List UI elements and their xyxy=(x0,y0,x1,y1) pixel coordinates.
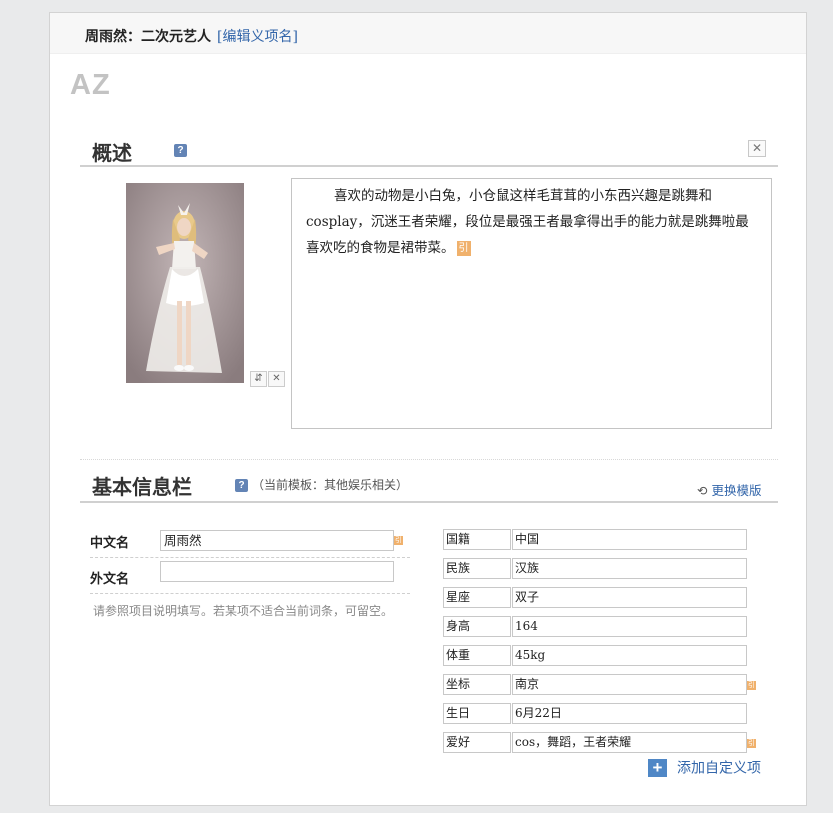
add-custom-item-label: 添加自定义项 xyxy=(677,760,761,777)
attr-label[interactable]: 星座 xyxy=(443,587,511,608)
section-divider xyxy=(80,459,778,460)
attr-value[interactable]: 中国 xyxy=(512,529,747,550)
summary-close-icon[interactable]: ✕ xyxy=(748,140,766,157)
summary-section-header: 概述 ? ✕ xyxy=(80,133,778,167)
az-logo: AZ xyxy=(70,69,111,101)
attr-label[interactable]: 生日 xyxy=(443,703,511,724)
entry-title-bar: 周雨然：二次元艺人 [编辑义项名] xyxy=(50,13,806,54)
attr-row-hobby: 爱好 cos，舞蹈，王者荣耀 xyxy=(443,732,747,753)
chinese-name-input[interactable]: 周雨然 xyxy=(160,530,394,551)
cosplay-photo xyxy=(126,183,244,383)
foreign-name-label: 外文名 xyxy=(90,572,130,587)
entry-title-text: 周雨然：二次元艺人 xyxy=(85,29,211,45)
name-divider xyxy=(90,593,410,594)
attr-row-ethnicity: 民族 汉族 xyxy=(443,558,747,579)
summary-help-icon[interactable]: ? xyxy=(174,144,187,157)
add-custom-item-button[interactable]: + 添加自定义项 xyxy=(648,757,761,778)
template-note: （当前模板：其他娱乐相关） xyxy=(252,478,409,492)
attr-label[interactable]: 坐标 xyxy=(443,674,511,695)
attr-row-weight: 体重 45kg xyxy=(443,645,747,666)
infobox-section-header: 基本信息栏 xyxy=(80,469,778,503)
image-remove-icon[interactable]: ✕ xyxy=(268,371,285,387)
attr-row-zodiac: 星座 双子 xyxy=(443,587,747,608)
attr-label[interactable]: 国籍 xyxy=(443,529,511,550)
attr-value[interactable]: 45kg xyxy=(512,645,747,666)
attr-row-height: 身高 164 xyxy=(443,616,747,637)
chinese-name-label: 中文名 xyxy=(90,536,130,551)
attr-label[interactable]: 身高 xyxy=(443,616,511,637)
attr-row-birthday: 生日 6月22日 xyxy=(443,703,747,724)
attr-value[interactable]: 6月22日 xyxy=(512,703,747,724)
infobox-help-icon[interactable]: ? xyxy=(235,479,248,492)
attr-label[interactable]: 爱好 xyxy=(443,732,511,753)
entry-title: 周雨然：二次元艺人 [编辑义项名] xyxy=(85,26,298,46)
fill-hint: 请参照项目说明填写。若某项不适合当前词条，可留空。 xyxy=(93,604,394,618)
attr-label[interactable]: 民族 xyxy=(443,558,511,579)
attr-label[interactable]: 体重 xyxy=(443,645,511,666)
editor-panel: 周雨然：二次元艺人 [编辑义项名] AZ 概述 ? ✕ ⇵ ✕ 喜欢的动物是小白… xyxy=(49,12,807,806)
switch-template-label: 更换模版 xyxy=(711,483,762,498)
infobox-heading: 基本信息栏 xyxy=(92,475,192,499)
chinese-name-cite-icon[interactable]: 引 xyxy=(394,536,403,545)
attr-value[interactable]: 164 xyxy=(512,616,747,637)
location-cite-icon[interactable]: 引 xyxy=(747,681,756,690)
attr-row-location: 坐标 南京 xyxy=(443,674,747,695)
image-swap-icon[interactable]: ⇵ xyxy=(250,371,267,387)
switch-template-button[interactable]: ⟲ 更换模版 xyxy=(697,480,762,499)
edit-meaning-link[interactable]: [编辑义项名] xyxy=(217,29,298,45)
name-divider xyxy=(90,557,410,558)
refresh-icon: ⟲ xyxy=(697,483,708,498)
foreign-name-input[interactable] xyxy=(160,561,394,582)
attr-value[interactable]: cos，舞蹈，王者荣耀 xyxy=(512,732,747,753)
hobby-cite-icon[interactable]: 引 xyxy=(747,739,756,748)
attr-value[interactable]: 汉族 xyxy=(512,558,747,579)
summary-heading: 概述 xyxy=(92,141,132,165)
plus-icon: + xyxy=(648,758,667,777)
attr-row-nationality: 国籍 中国 xyxy=(443,529,747,550)
attr-value[interactable]: 南京 xyxy=(512,674,747,695)
summary-image[interactable] xyxy=(126,183,244,383)
citation-icon[interactable]: 引 xyxy=(456,241,471,256)
attr-value[interactable]: 双子 xyxy=(512,587,747,608)
summary-editor[interactable]: 喜欢的动物是小白兔，小仓鼠这样毛茸茸的小东西兴趣是跳舞和cosplay，沉迷王者… xyxy=(291,178,772,429)
summary-text: 喜欢的动物是小白兔，小仓鼠这样毛茸茸的小东西兴趣是跳舞和cosplay，沉迷王者… xyxy=(306,188,749,256)
